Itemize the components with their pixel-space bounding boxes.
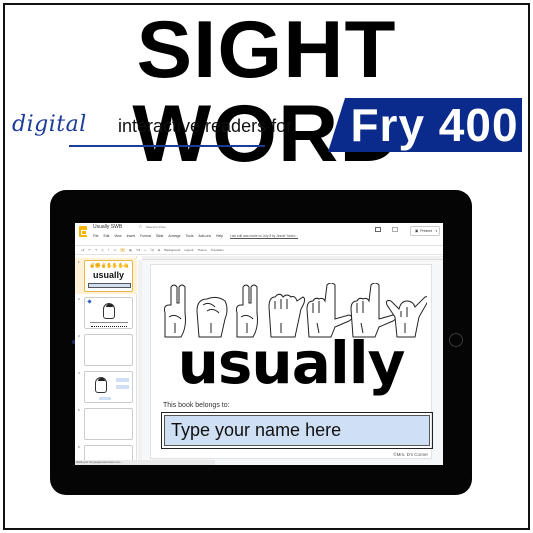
redo-icon[interactable]: ↷ — [95, 248, 98, 252]
sight-word: usually — [177, 329, 406, 397]
slide-thumbnail[interactable] — [84, 297, 133, 329]
menu-arrange[interactable]: Arrange — [168, 234, 180, 238]
textbox-icon[interactable]: ▤ — [129, 248, 132, 252]
menu-addons[interactable]: Add-ons — [198, 234, 211, 238]
menu-help[interactable]: Help — [216, 234, 223, 238]
add-icon[interactable] — [392, 227, 398, 232]
menu-insert[interactable]: Insert — [127, 234, 135, 238]
slide-filmstrip: 1 ✌✊✌✋✋✋🤙 usually 2 3 4 5 6 — [75, 256, 137, 465]
slide-number: 3 — [78, 334, 80, 338]
chevron-down-icon[interactable]: ▾ — [435, 229, 437, 233]
comments-icon[interactable] — [375, 227, 381, 232]
current-slide[interactable]: usually This book belongs to: ©Mrs. D's … — [150, 264, 433, 459]
present-icon: ▣ — [415, 229, 419, 233]
toolbar: +▾ ↶ ↷ ⎙ ⍑ ⌕▾ ↖ ▤ ▭▾ ◇ ╲▾ ⊞ Background L… — [75, 245, 443, 255]
copyright-text: ©Mrs. D's Corner — [393, 452, 428, 457]
new-slide-icon[interactable]: +▾ — [81, 248, 84, 252]
home-button[interactable] — [449, 333, 463, 347]
save-status: Saved to Drive — [146, 225, 166, 229]
paint-format-icon[interactable]: ⍑ — [108, 248, 110, 252]
thumb-caption-line — [90, 322, 128, 323]
thumb-blank-box — [116, 385, 129, 389]
sign-hands-icon: ✌✊✌✋✋✋🤙 — [89, 263, 130, 269]
browser-status-bar: Waiting for fn3.googleusercontent.com... — [75, 460, 215, 465]
tagline: interactive readers for — [118, 116, 293, 136]
slides-app-window: Usually SWB ☆ Saved to Drive File Edit V… — [75, 223, 443, 465]
name-field-frame — [161, 412, 433, 449]
filmstrip-item[interactable]: 3 — [75, 332, 137, 368]
thumb-blank-box — [99, 397, 111, 400]
image-icon[interactable]: ▭▾ — [136, 248, 140, 252]
transition-button[interactable]: Transition — [211, 248, 224, 252]
menu-tools[interactable]: Tools — [185, 234, 193, 238]
slide-number: 2 — [78, 297, 80, 301]
menu-format[interactable]: Format — [140, 234, 151, 238]
slide-thumbnail[interactable]: ✌✊✌✋✋✋🤙 usually — [84, 260, 133, 292]
name-input[interactable] — [164, 415, 430, 446]
filmstrip-item[interactable]: 5 — [75, 406, 137, 442]
digital-script-word: digital — [12, 112, 87, 137]
layout-button[interactable]: Layout — [184, 248, 193, 252]
app-header: Usually SWB ☆ Saved to Drive File Edit V… — [75, 223, 443, 245]
tagline-underline — [69, 145, 265, 147]
slide-number: 1 — [78, 260, 80, 264]
theme-button[interactable]: Theme — [197, 248, 206, 252]
child-drawing-icon — [95, 377, 107, 393]
select-icon[interactable]: ↖ — [120, 248, 125, 252]
menu-edit[interactable]: Edit — [103, 234, 109, 238]
slide-thumbnail[interactable] — [84, 334, 133, 366]
slide-thumbnail[interactable] — [84, 408, 133, 440]
menu-bar: File Edit View Insert Format Slide Arran… — [93, 234, 298, 238]
background-button[interactable]: Background — [164, 248, 180, 252]
slide-number: 6 — [78, 445, 80, 449]
star-icon — [87, 299, 92, 304]
slide-number: 5 — [78, 408, 80, 412]
menu-slide[interactable]: Slide — [156, 234, 164, 238]
undo-icon[interactable]: ↶ — [88, 248, 91, 252]
present-button[interactable]: ▣ Present ▾ — [410, 226, 440, 236]
child-drawing-icon — [103, 303, 115, 319]
belongs-label: This book belongs to: — [163, 402, 230, 409]
menu-view[interactable]: View — [114, 234, 121, 238]
thumb-word: usually — [92, 270, 124, 280]
tablet-device: Usually SWB ☆ Saved to Drive File Edit V… — [50, 190, 472, 495]
thumb-dots — [91, 326, 127, 327]
slide-number: 4 — [78, 371, 80, 375]
slide-canvas: usually This book belongs to: ©Mrs. D's … — [142, 260, 443, 465]
slide-thumbnail[interactable] — [84, 371, 133, 403]
star-icon[interactable]: ☆ — [138, 224, 142, 230]
thumb-name-box — [88, 283, 131, 288]
shape-icon[interactable]: ◇ — [144, 248, 146, 252]
print-icon[interactable]: ⎙ — [101, 248, 103, 252]
filmstrip-item[interactable]: 4 — [75, 369, 137, 405]
subtitle: digital interactive readers for — [12, 100, 332, 154]
thumb-blank-box — [116, 378, 129, 382]
slides-logo-icon[interactable] — [79, 226, 87, 237]
filmstrip-item[interactable]: 1 ✌✊✌✋✋✋🤙 usually — [75, 258, 137, 294]
present-label: Present — [420, 229, 432, 233]
zoom-icon[interactable]: ⌕▾ — [114, 248, 117, 252]
line-icon[interactable]: ╲▾ — [150, 248, 153, 252]
filmstrip-item[interactable]: 2 — [75, 295, 137, 331]
comment-add-icon[interactable]: ⊞ — [158, 248, 161, 252]
fry-banner-label: Fry 400 — [350, 99, 519, 151]
document-title[interactable]: Usually SWB — [93, 224, 122, 230]
last-edit-link[interactable]: Last edit was made on July 8 by Jessie Y… — [230, 234, 298, 238]
menu-file[interactable]: File — [93, 234, 98, 238]
